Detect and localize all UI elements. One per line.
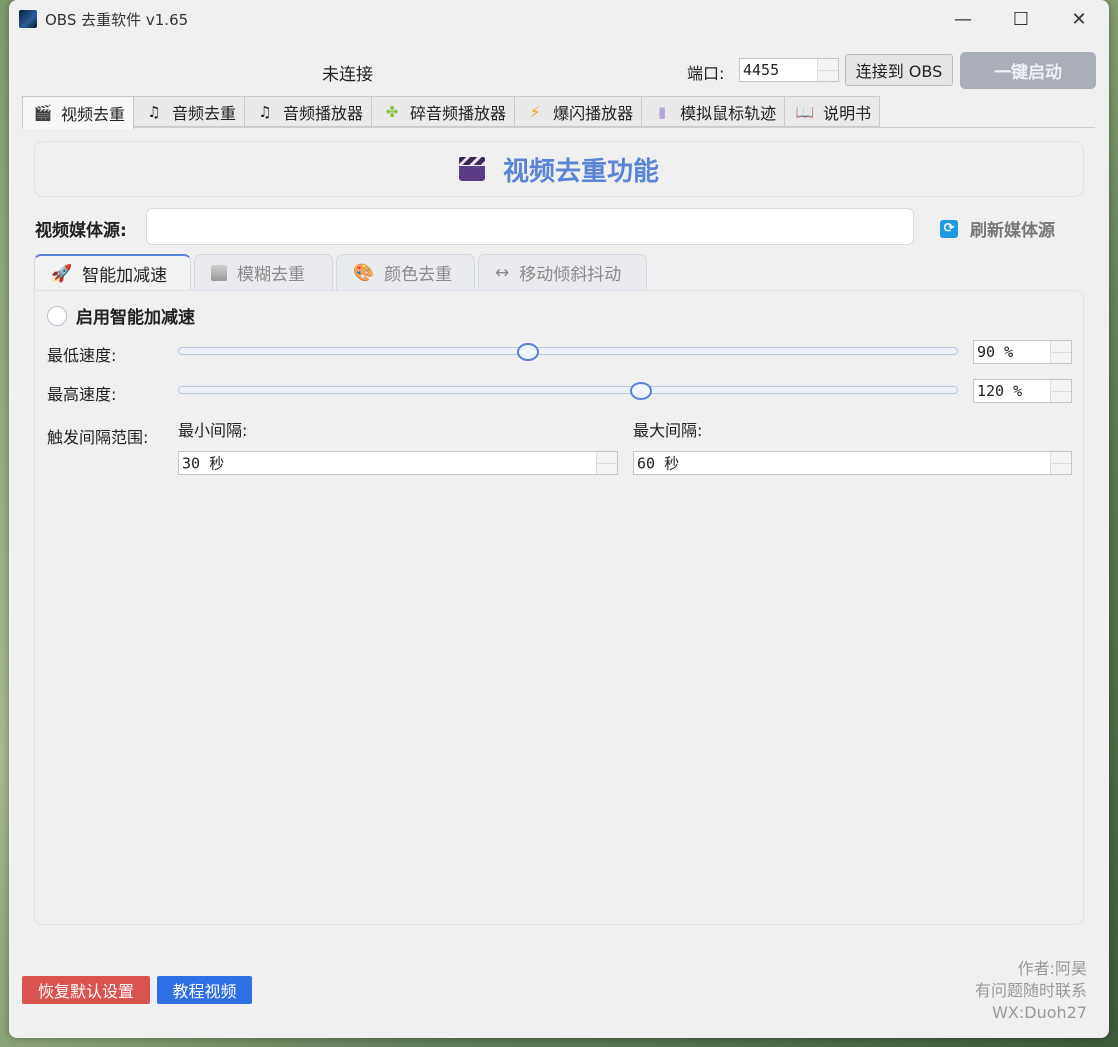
- reset-defaults-button[interactable]: 恢复默认设置: [22, 976, 150, 1004]
- min-interval-value: 30 秒: [182, 454, 225, 473]
- enable-smart-speed-label: 启用智能加减速: [76, 308, 195, 328]
- subtab-smart-speed[interactable]: 🚀 智能加减速: [34, 254, 191, 291]
- port-spinbox[interactable]: 4455: [739, 58, 839, 82]
- title-bar: OBS 去重软件 v1.65 — ☐ ✕: [9, 0, 1109, 38]
- puzzle-icon: ✤: [385, 102, 399, 121]
- arrows-icon: ↔: [495, 262, 510, 283]
- main-tab-bar: 🎬 视频去重 ♫ 音频去重 ♫ 音频播放器 ✤ 碎音频播放器 ⚡ 爆闪播放器 ▮…: [22, 96, 881, 129]
- clapper-icon: 🎬: [33, 104, 53, 122]
- enable-smart-speed-checkbox[interactable]: 启用智能加减速: [47, 303, 195, 328]
- media-source-label: 视频媒体源:: [35, 221, 127, 241]
- min-speed-slider-handle[interactable]: [517, 343, 540, 361]
- min-speed-slider[interactable]: [178, 347, 958, 355]
- video-dedup-header: 视频去重功能: [34, 141, 1084, 197]
- max-interval-stepper-arrows[interactable]: [1050, 452, 1071, 474]
- app-window: OBS 去重软件 v1.65 — ☐ ✕ 未连接 端口: 4455 连接到 OB…: [9, 0, 1109, 1038]
- tab-label: 爆闪播放器: [553, 103, 634, 123]
- lightning-icon: ⚡: [529, 102, 541, 121]
- tab-flash-player[interactable]: ⚡ 爆闪播放器: [515, 96, 643, 127]
- max-speed-slider[interactable]: [178, 386, 958, 394]
- author-credits: 作者:阿昊 有问题随时联系 WX:Duoh27: [975, 958, 1087, 1024]
- connection-status: 未连接: [322, 65, 373, 85]
- mouse-icon: ▮: [657, 102, 667, 121]
- tab-label: 碎音频播放器: [410, 103, 507, 123]
- connect-obs-button[interactable]: 连接到 OBS: [845, 54, 953, 86]
- min-speed-label: 最低速度:: [47, 346, 117, 365]
- book-icon: 📖: [795, 102, 815, 121]
- subtab-color-dedup[interactable]: 🎨 颜色去重: [336, 254, 475, 290]
- subtab-label: 模糊去重: [237, 265, 305, 285]
- subtab-move-tilt-shake[interactable]: ↔ 移动倾斜抖动: [478, 254, 647, 290]
- tab-mouse-trajectory[interactable]: ▮ 模拟鼠标轨迹: [642, 96, 786, 127]
- max-speed-label: 最高速度:: [47, 385, 117, 404]
- panel-title: 视频去重功能: [502, 156, 659, 187]
- tab-audio-player[interactable]: ♫ 音频播放器: [245, 96, 373, 127]
- rocket-icon: 🚀: [51, 263, 73, 284]
- tab-label: 模拟鼠标轨迹: [680, 103, 777, 123]
- contact-text: 有问题随时联系: [974, 981, 1087, 1000]
- tab-audio-dedup[interactable]: ♫ 音频去重: [134, 96, 246, 127]
- refresh-label: 刷新媒体源: [970, 221, 1055, 241]
- image-icon: [211, 264, 227, 281]
- window-title: OBS 去重软件 v1.65: [45, 11, 189, 29]
- refresh-media-source-button[interactable]: ⟳ 刷新媒体源: [940, 216, 1055, 241]
- max-speed-slider-handle[interactable]: [629, 382, 652, 400]
- tab-fragment-audio-player[interactable]: ✤ 碎音频播放器: [372, 96, 516, 127]
- subtab-label: 智能加减速: [82, 266, 168, 286]
- min-speed-stepper-arrows[interactable]: [1050, 341, 1071, 363]
- max-interval-spinbox[interactable]: 60 秒: [633, 451, 1072, 475]
- wx-text: WX:Duoh27: [992, 1003, 1087, 1022]
- music-note-icon: ♫: [147, 102, 161, 121]
- max-interval-value: 60 秒: [637, 454, 680, 473]
- maximize-button[interactable]: ☐: [992, 0, 1050, 38]
- max-speed-stepper-arrows[interactable]: [1050, 380, 1071, 402]
- refresh-icon: ⟳: [940, 219, 958, 238]
- tab-label: 说明书: [823, 103, 872, 123]
- tab-video-dedup[interactable]: 🎬 视频去重: [22, 96, 135, 129]
- max-interval-label: 最大间隔:: [633, 421, 703, 440]
- tab-label: 音频去重: [172, 103, 237, 123]
- subtab-label: 颜色去重: [384, 265, 453, 285]
- max-speed-value: 120 %: [977, 382, 1023, 400]
- close-button[interactable]: ✕: [1050, 0, 1108, 38]
- palette-icon: 🎨: [353, 262, 375, 283]
- one-click-start-button[interactable]: 一键启动: [960, 52, 1096, 89]
- subtab-blur-dedup[interactable]: 模糊去重: [194, 254, 333, 290]
- port-stepper-arrows[interactable]: [817, 59, 838, 81]
- music-note-icon: ♫: [258, 102, 272, 121]
- app-logo-icon: [19, 10, 37, 28]
- min-speed-spinbox[interactable]: 90 %: [973, 340, 1072, 364]
- port-label: 端口:: [687, 64, 725, 83]
- media-source-select[interactable]: [146, 208, 914, 245]
- subtab-label: 移动倾斜抖动: [519, 265, 622, 285]
- trigger-interval-label: 触发间隔范围:: [47, 428, 149, 447]
- tab-label: 音频播放器: [283, 103, 364, 123]
- port-value: 4455: [743, 61, 780, 79]
- clapper-icon: [458, 157, 485, 181]
- tab-manual[interactable]: 📖 说明书: [785, 96, 881, 127]
- checkbox-indicator[interactable]: [47, 305, 67, 326]
- min-interval-spinbox[interactable]: 30 秒: [178, 451, 618, 475]
- tutorial-video-button[interactable]: 教程视频: [157, 976, 252, 1004]
- minimize-button[interactable]: —: [934, 0, 992, 38]
- min-interval-stepper-arrows[interactable]: [596, 452, 617, 474]
- tab-label: 视频去重: [61, 105, 126, 124]
- min-speed-value: 90 %: [977, 343, 1014, 361]
- dedup-subtab-bar: 🚀 智能加减速 模糊去重 🎨 颜色去重 ↔ 移动倾斜抖动: [34, 254, 647, 291]
- author-text: 作者:阿昊: [1017, 959, 1087, 978]
- max-speed-spinbox[interactable]: 120 %: [973, 379, 1072, 403]
- min-interval-label: 最小间隔:: [178, 421, 248, 440]
